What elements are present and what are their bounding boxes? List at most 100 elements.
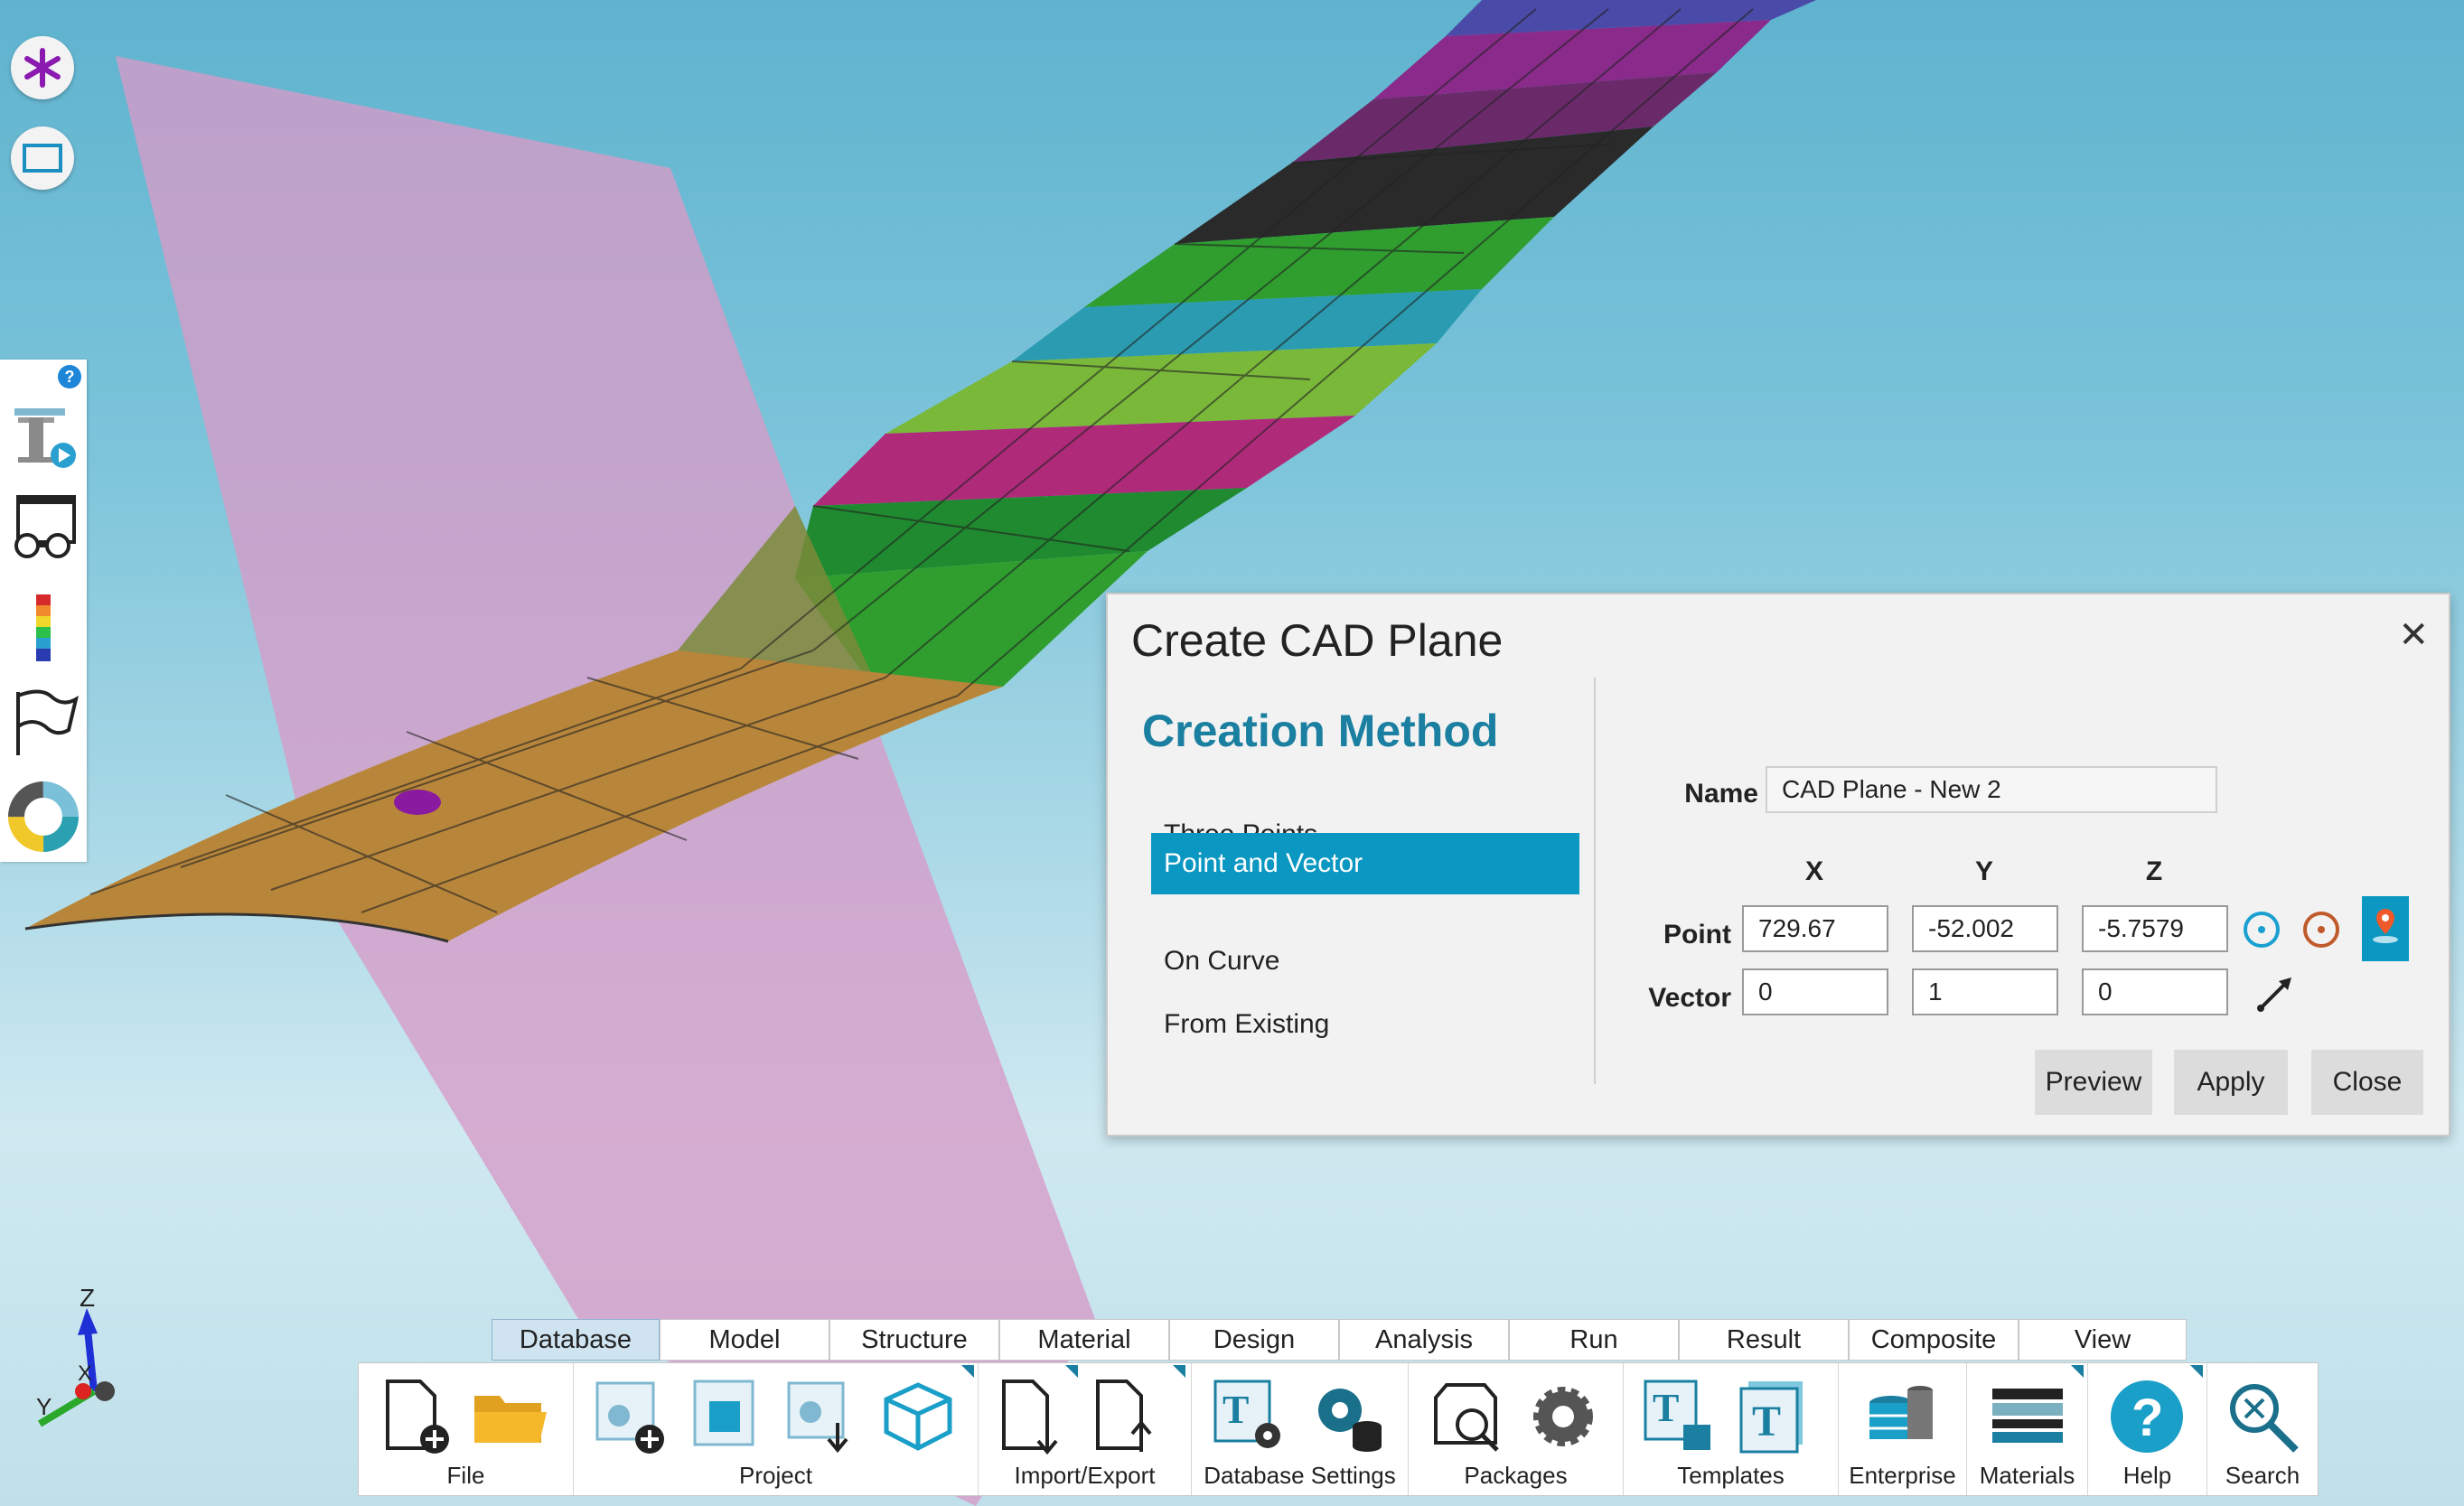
open-project-icon[interactable] bbox=[686, 1376, 767, 1457]
group-database-settings: T Database Settings bbox=[1192, 1363, 1409, 1495]
asterisk-button[interactable] bbox=[11, 36, 74, 99]
method-on-curve[interactable]: On Curve bbox=[1151, 931, 1579, 992]
vector-x-field[interactable] bbox=[1742, 968, 1888, 1015]
materials-menu-indicator[interactable] bbox=[2071, 1365, 2084, 1378]
group-packages: Packages bbox=[1409, 1363, 1624, 1495]
new-project-icon[interactable] bbox=[590, 1376, 671, 1457]
name-field[interactable] bbox=[1766, 766, 2217, 813]
color-legend-icon[interactable] bbox=[5, 591, 81, 667]
database-gear-icon[interactable] bbox=[1306, 1376, 1387, 1457]
group-templates: T T Templates bbox=[1624, 1363, 1839, 1495]
column-z-header: Z bbox=[2145, 856, 2163, 886]
pick-vector-icon[interactable] bbox=[2253, 970, 2299, 1015]
svg-text:T: T bbox=[1752, 1398, 1781, 1445]
apply-button[interactable]: Apply bbox=[2174, 1050, 2288, 1115]
group-materials: Materials bbox=[1967, 1363, 2088, 1495]
dialog-close-button[interactable]: ✕ bbox=[2398, 614, 2429, 656]
import-project-icon[interactable] bbox=[782, 1376, 863, 1457]
rectangle-select-icon bbox=[23, 144, 62, 173]
tab-composite[interactable]: Composite bbox=[1849, 1319, 2019, 1361]
group-project: Project bbox=[574, 1363, 979, 1495]
point-y-field[interactable] bbox=[1912, 905, 2058, 952]
group-templates-label: Templates bbox=[1677, 1462, 1785, 1489]
asterisk-icon bbox=[24, 48, 61, 88]
group-enterprise-label: Enterprise bbox=[1849, 1462, 1956, 1489]
column-y-header: Y bbox=[1974, 856, 1993, 886]
tab-view[interactable]: View bbox=[2019, 1319, 2187, 1361]
create-cad-plane-dialog: Create CAD Plane ✕ Creation Method Three… bbox=[1106, 593, 2450, 1137]
text-play-icon[interactable] bbox=[5, 398, 81, 473]
group-packages-label: Packages bbox=[1464, 1462, 1568, 1489]
close-button[interactable]: Close bbox=[2311, 1050, 2423, 1115]
group-database-settings-label: Database Settings bbox=[1204, 1462, 1396, 1489]
help-badge[interactable]: ? bbox=[58, 365, 81, 388]
package-search-icon[interactable] bbox=[1427, 1376, 1508, 1457]
tab-model[interactable]: Model bbox=[660, 1319, 829, 1361]
axis-y-label: Y bbox=[36, 1393, 52, 1420]
search-icon[interactable] bbox=[2222, 1376, 2303, 1457]
location-pin-icon[interactable] bbox=[2362, 896, 2409, 961]
package-box-icon[interactable] bbox=[877, 1376, 959, 1457]
tab-structure[interactable]: Structure bbox=[829, 1319, 999, 1361]
group-help: ? Help bbox=[2088, 1363, 2207, 1495]
column-x-header: X bbox=[1804, 856, 1823, 886]
help-icon[interactable]: ? bbox=[2106, 1376, 2188, 1457]
dialog-divider bbox=[1594, 678, 1596, 1084]
new-file-icon[interactable] bbox=[375, 1376, 456, 1457]
left-toolbar: ? bbox=[0, 360, 87, 862]
template-icon[interactable]: T bbox=[1736, 1376, 1817, 1457]
database-stack-icon[interactable] bbox=[1860, 1376, 1942, 1457]
group-file-label: File bbox=[446, 1462, 485, 1489]
tab-result[interactable]: Result bbox=[1679, 1319, 1849, 1361]
ribbon-panel: File Project Import/Export T Database Se… bbox=[358, 1362, 2319, 1496]
flag-icon[interactable] bbox=[5, 685, 81, 761]
point-x-field[interactable] bbox=[1742, 905, 1888, 952]
axis-x-label: X bbox=[78, 1361, 92, 1386]
method-from-existing[interactable]: From Existing bbox=[1151, 994, 1579, 1055]
group-search: Search bbox=[2207, 1363, 2318, 1495]
group-import-export: Import/Export bbox=[979, 1363, 1192, 1495]
project-menu-indicator[interactable] bbox=[961, 1365, 974, 1378]
tab-analysis[interactable]: Analysis bbox=[1339, 1319, 1509, 1361]
glasses-window-icon[interactable] bbox=[5, 490, 81, 566]
axis-triad: Z X Y bbox=[36, 1284, 115, 1427]
name-label: Name bbox=[1684, 779, 1758, 809]
settings-gear-icon[interactable] bbox=[1522, 1376, 1604, 1457]
tab-run[interactable]: Run bbox=[1509, 1319, 1679, 1361]
import-file-icon[interactable] bbox=[991, 1376, 1073, 1457]
tab-database[interactable]: Database bbox=[492, 1319, 660, 1361]
group-materials-label: Materials bbox=[1979, 1462, 2075, 1489]
tab-material[interactable]: Material bbox=[999, 1319, 1169, 1361]
group-enterprise: Enterprise bbox=[1839, 1363, 1967, 1495]
dialog-title: Create CAD Plane bbox=[1131, 615, 1504, 666]
group-project-label: Project bbox=[739, 1462, 812, 1489]
tab-design[interactable]: Design bbox=[1169, 1319, 1339, 1361]
donut-chart-icon[interactable] bbox=[5, 779, 81, 855]
preview-button[interactable]: Preview bbox=[2035, 1050, 2152, 1115]
vector-z-field[interactable] bbox=[2082, 968, 2228, 1015]
group-help-label: Help bbox=[2122, 1462, 2172, 1489]
export-menu-indicator[interactable] bbox=[1173, 1365, 1185, 1378]
svg-text:T: T bbox=[1223, 1388, 1249, 1432]
help-menu-indicator[interactable] bbox=[2190, 1365, 2203, 1378]
group-file: File bbox=[359, 1363, 574, 1495]
materials-icon[interactable] bbox=[1987, 1376, 2068, 1457]
vector-label: Vector bbox=[1648, 983, 1731, 1013]
creation-method-heading: Creation Method bbox=[1142, 706, 1499, 756]
vector-y-field[interactable] bbox=[1912, 968, 2058, 1015]
pick-node-icon[interactable] bbox=[2299, 907, 2344, 952]
axis-z-label: Z bbox=[80, 1284, 95, 1312]
import-menu-indicator[interactable] bbox=[1065, 1365, 1078, 1378]
open-folder-icon[interactable] bbox=[469, 1376, 550, 1457]
svg-text:?: ? bbox=[2131, 1389, 2163, 1447]
point-label: Point bbox=[1663, 920, 1731, 949]
point-z-field[interactable] bbox=[2082, 905, 2228, 952]
group-search-label: Search bbox=[2225, 1462, 2300, 1489]
pick-point-icon[interactable] bbox=[2239, 907, 2284, 952]
template-save-icon[interactable]: T bbox=[1640, 1376, 1721, 1457]
rectangle-select-button[interactable] bbox=[11, 126, 74, 190]
export-file-icon[interactable] bbox=[1085, 1376, 1166, 1457]
svg-text:T: T bbox=[1653, 1386, 1679, 1430]
method-point-and-vector[interactable]: Point and Vector bbox=[1151, 833, 1579, 894]
template-settings-icon[interactable]: T bbox=[1210, 1376, 1291, 1457]
